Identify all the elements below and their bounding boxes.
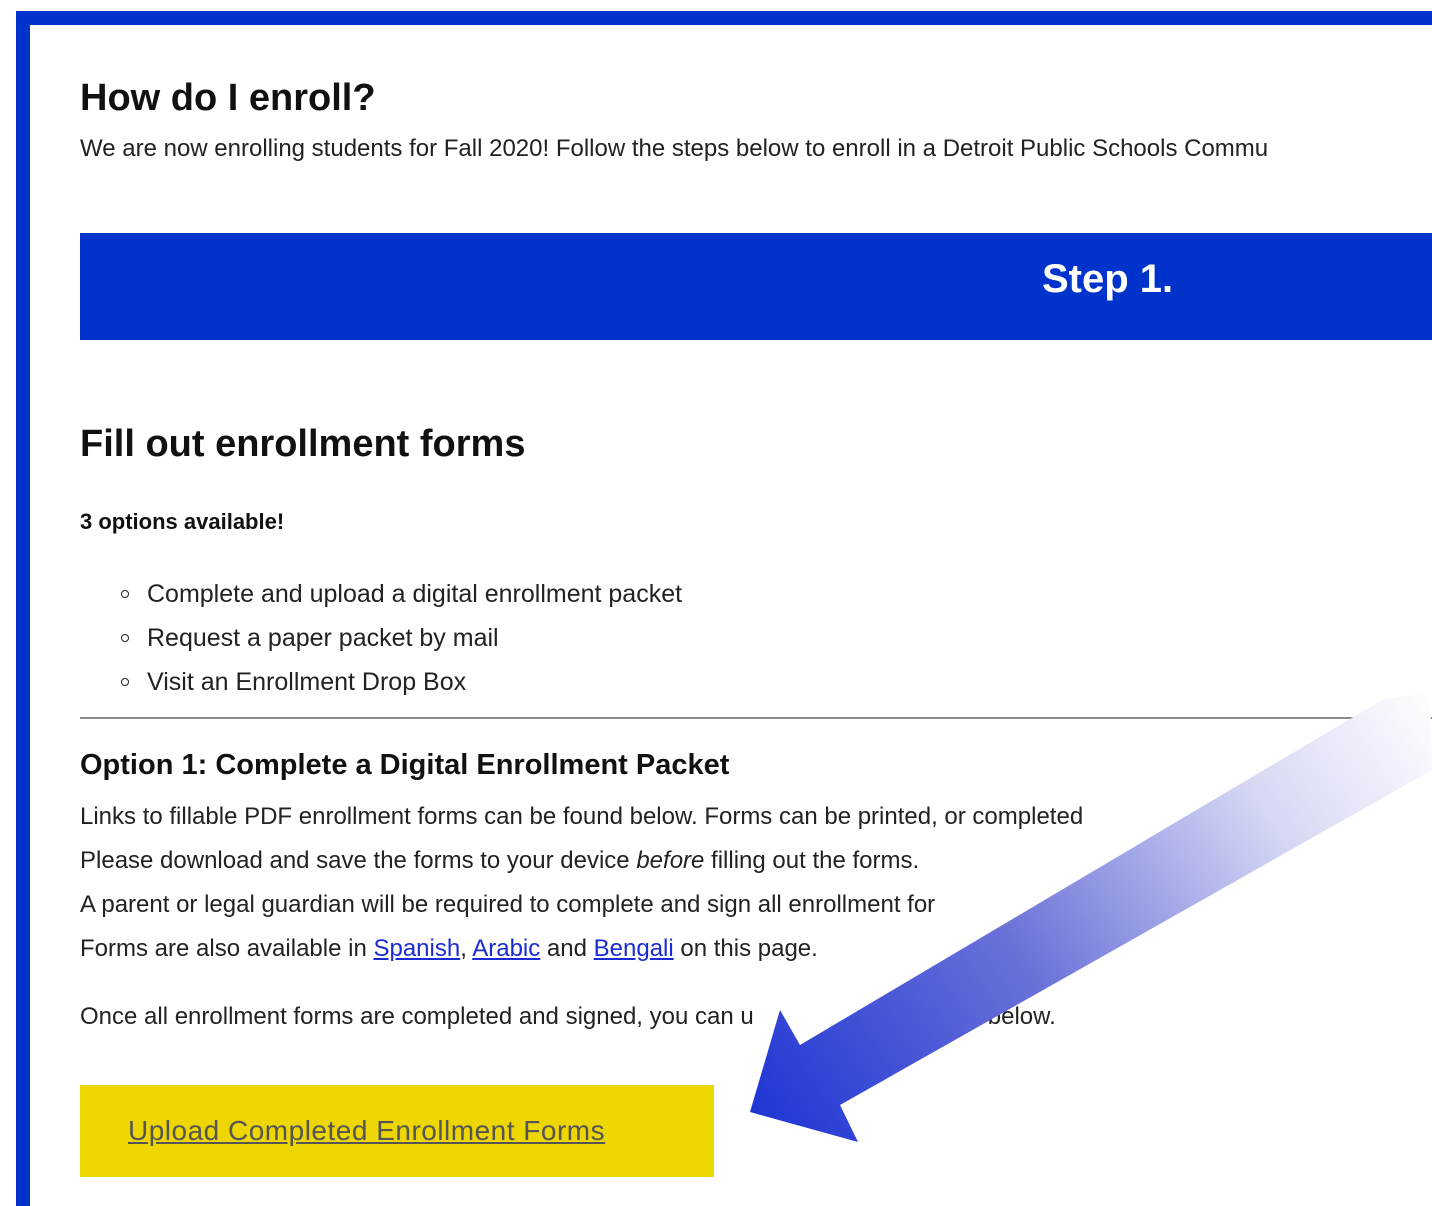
option-1-line-5-post: ng the link below. [871, 1003, 1056, 1030]
option-1-line-5-pre: Once all enrollment forms are completed … [80, 1003, 754, 1030]
option-1-line-2: Please download and save the forms to yo… [80, 847, 919, 875]
option-1-line-3: A parent or legal guardian will be requi… [80, 891, 936, 918]
option-1-title: Option 1: Complete a Digital Enrollment … [80, 749, 730, 781]
option-1-line-4-comma: , [460, 935, 473, 962]
option-1-line-1: Links to fillable PDF enrollment forms c… [80, 803, 1281, 831]
option-1-line-5: Once all enrollment forms are completed … [80, 1003, 1056, 1031]
option-1-line-1-text: Links to fillable PDF enrollment forms c… [80, 803, 1084, 830]
step-label: Step 1. [1042, 257, 1174, 301]
upload-forms-button[interactable]: Upload Completed Enrollment Forms [80, 1085, 714, 1177]
list-item: Visit an Enrollment Drop Box [117, 667, 682, 711]
upload-forms-link[interactable]: Upload Completed Enrollment Forms [128, 1115, 605, 1147]
list-item-label: Request a paper packet by mail [147, 624, 499, 652]
intro-text: We are now enrolling students for Fall 2… [80, 135, 1269, 162]
bullet-icon [121, 634, 129, 642]
divider [80, 717, 1432, 719]
option-list: Complete and upload a digital enrollment… [117, 579, 682, 711]
list-item: Complete and upload a digital enrollment… [117, 579, 682, 623]
step-banner: Step 1. [80, 233, 1432, 340]
option-1-line-4-pre: Forms are also available in [80, 935, 374, 962]
bengali-link[interactable]: Bengali [594, 935, 674, 962]
page-title: How do I enroll? [80, 77, 376, 119]
option-1-line-4: Forms are also available in Spanish, Ara… [80, 935, 818, 963]
option-1-line-4-post: on this page. [673, 935, 818, 962]
options-count: 3 options available! [80, 509, 285, 534]
list-item-label: Visit an Enrollment Drop Box [147, 668, 467, 696]
spanish-link[interactable]: Spanish [373, 935, 460, 962]
option-1-line-2-em: before [636, 847, 705, 874]
option-1-line-1-end: e. [1261, 803, 1282, 830]
list-item: Request a paper packet by mail [117, 623, 682, 667]
section-title: Fill out enrollment forms [80, 423, 526, 465]
page-frame: How do I enroll? We are now enrolling st… [16, 11, 1432, 1206]
option-1-line-2-pre: Please download and save the forms to yo… [80, 847, 637, 874]
bullet-icon [121, 678, 129, 686]
list-item-label: Complete and upload a digital enrollment… [147, 580, 683, 608]
bullet-icon [121, 590, 129, 598]
option-1-line-2-post: filling out the forms. [704, 847, 920, 874]
option-1-line-4-and: and [540, 935, 594, 962]
arabic-link[interactable]: Arabic [472, 935, 540, 962]
